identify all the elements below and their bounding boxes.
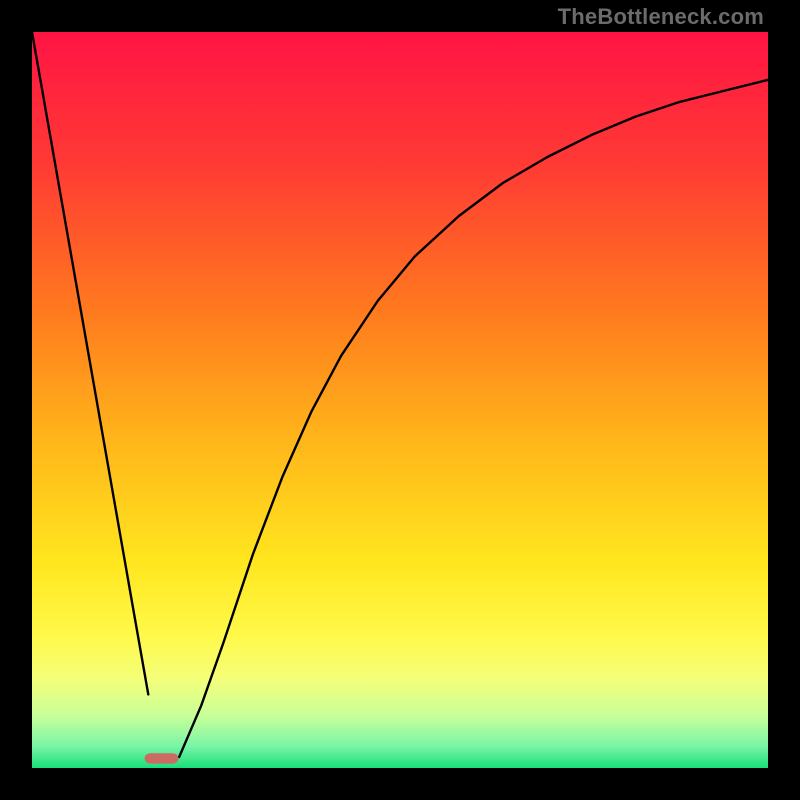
plot-area <box>32 32 768 768</box>
chart-frame: TheBottleneck.com <box>0 0 800 800</box>
watermark-text: TheBottleneck.com <box>558 4 764 30</box>
optimal-marker <box>145 753 179 763</box>
bottleneck-plot-svg <box>32 32 768 768</box>
